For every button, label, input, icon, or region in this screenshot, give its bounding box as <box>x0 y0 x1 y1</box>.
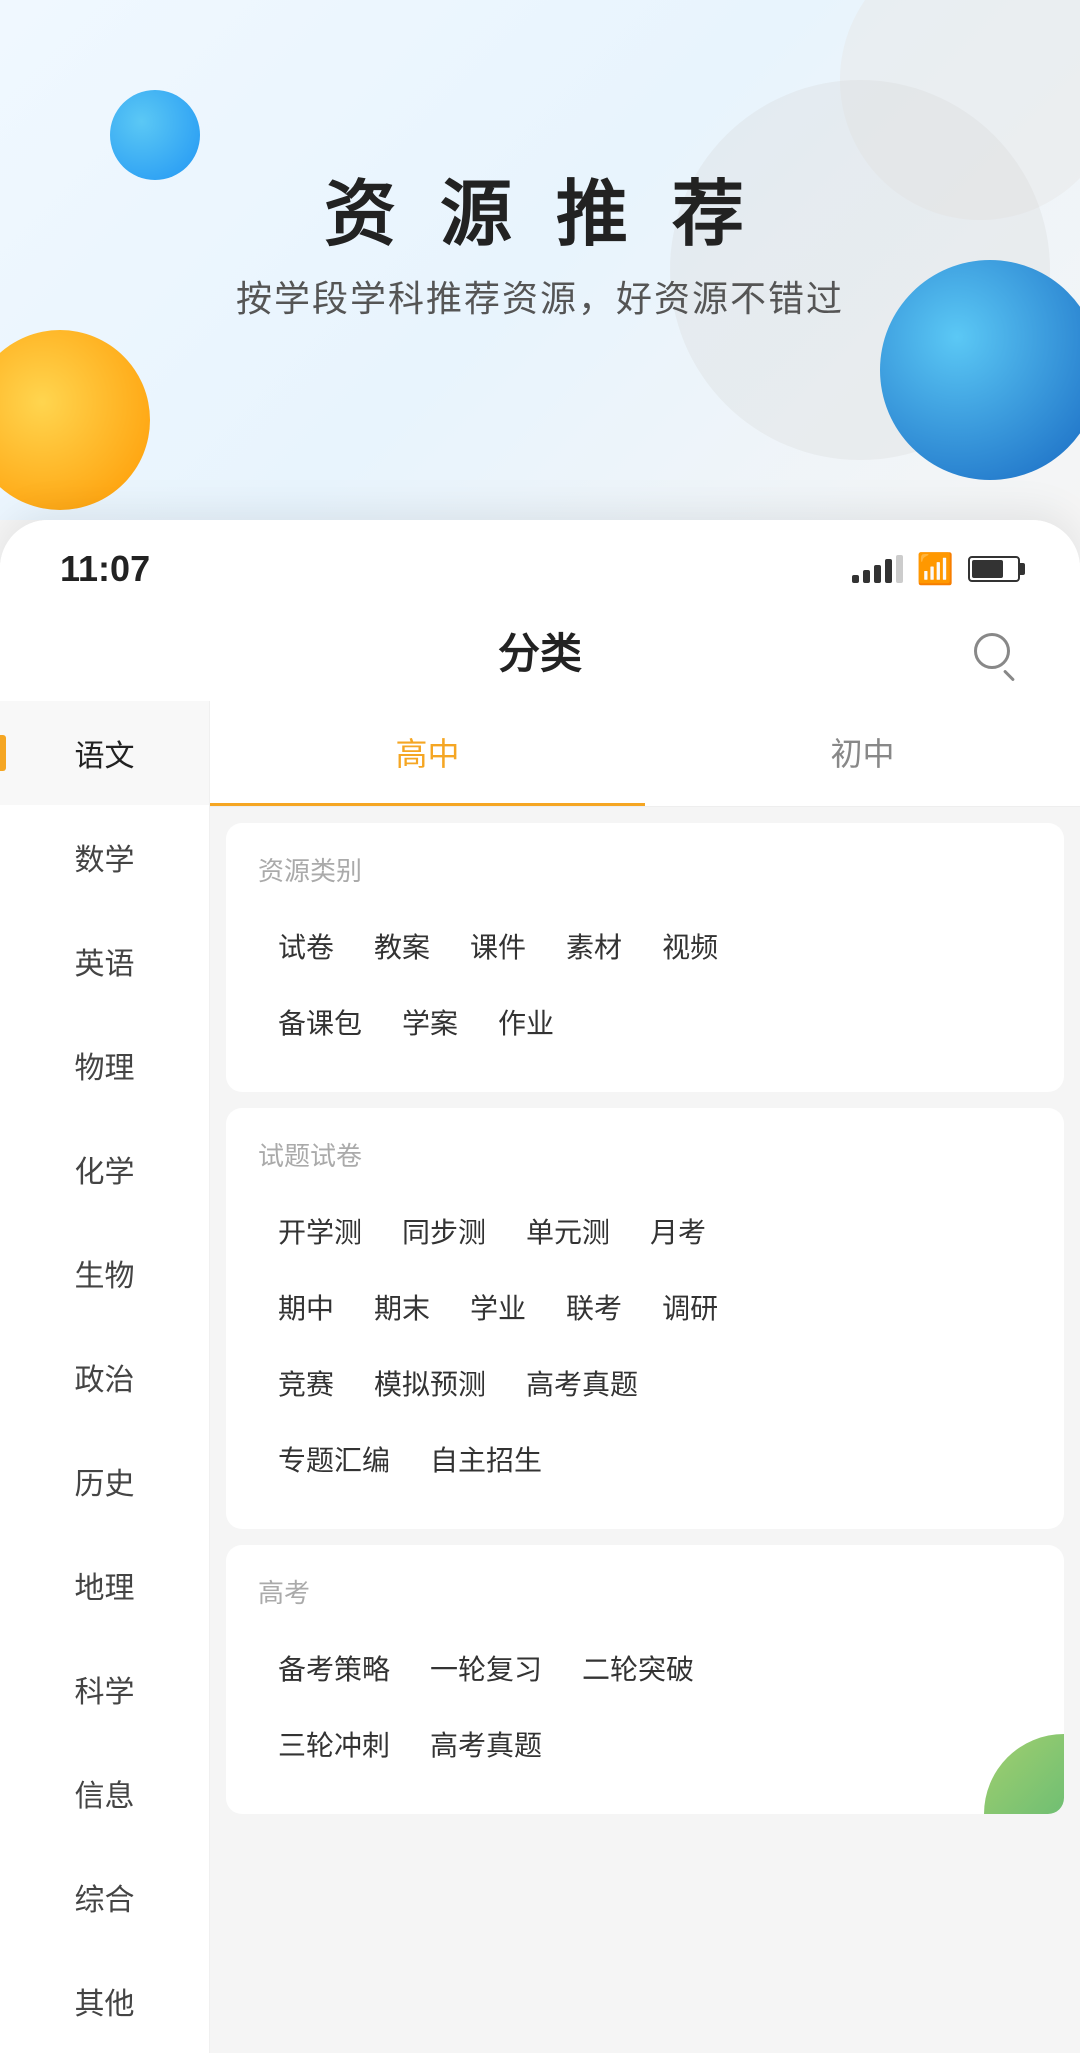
tag-row-6: 专题汇编 自主招生 <box>258 1425 1032 1493</box>
tag-yilunfuxi[interactable]: 一轮复习 <box>410 1634 562 1702</box>
tag-shijuan[interactable]: 试卷 <box>258 912 354 980</box>
tag-row-7: 备考策略 一轮复习 二轮突破 <box>258 1634 1032 1702</box>
tag-kejian[interactable]: 课件 <box>450 912 546 980</box>
tag-zizhuzhaosheng[interactable]: 自主招生 <box>410 1425 562 1493</box>
tag-beikebao[interactable]: 备课包 <box>258 988 382 1056</box>
tag-beikaocelue[interactable]: 备考策略 <box>258 1634 410 1702</box>
sidebar-item-xinxi[interactable]: 信息 <box>0 1741 209 1845</box>
tag-sucai[interactable]: 素材 <box>546 912 642 980</box>
sidebar-item-yingyu[interactable]: 英语 <box>0 909 209 1013</box>
tag-row-5: 竞赛 模拟预测 高考真题 <box>258 1349 1032 1417</box>
search-icon <box>974 633 1010 669</box>
status-time: 11:07 <box>60 548 150 590</box>
tag-zhuantihb[interactable]: 专题汇编 <box>258 1425 410 1493</box>
right-content: 高中 初中 资源类别 试卷 教案 课件 素材 视频 备课包 学案 作业 <box>210 701 1080 2053</box>
sidebar-item-zhengzhi[interactable]: 政治 <box>0 1325 209 1429</box>
sidebar-item-yuwen[interactable]: 语文 <box>0 701 209 805</box>
sidebar-item-shuxue[interactable]: 数学 <box>0 805 209 909</box>
card-title-resource: 资源类别 <box>258 851 1032 888</box>
tag-xueye[interactable]: 学业 <box>450 1273 546 1341</box>
sidebar: 语文 数学 英语 物理 化学 生物 政治 历史 地理 科学 信息 综合 其他 <box>0 701 210 2053</box>
sidebar-item-lishi[interactable]: 历史 <box>0 1429 209 1533</box>
tag-gaokaozhenti2[interactable]: 高考真题 <box>410 1710 562 1778</box>
tag-zuoye[interactable]: 作业 <box>478 988 574 1056</box>
sidebar-item-shengwu[interactable]: 生物 <box>0 1221 209 1325</box>
search-button[interactable] <box>964 623 1020 679</box>
status-icons: 📶 <box>852 552 1020 587</box>
tag-kaixuece[interactable]: 开学测 <box>258 1197 382 1265</box>
tag-erluntupuo[interactable]: 二轮突破 <box>562 1634 714 1702</box>
tag-liankao[interactable]: 联考 <box>546 1273 642 1341</box>
sidebar-item-kexue[interactable]: 科学 <box>0 1637 209 1741</box>
main-content: 语文 数学 英语 物理 化学 生物 政治 历史 地理 科学 信息 综合 其他 高… <box>0 701 1080 2053</box>
tag-qimo[interactable]: 期末 <box>354 1273 450 1341</box>
tag-row-2: 备课包 学案 作业 <box>258 988 1032 1056</box>
tag-yuekao[interactable]: 月考 <box>630 1197 726 1265</box>
card-gaokao: 高考 备考策略 一轮复习 二轮突破 三轮冲刺 高考真题 <box>226 1545 1064 1814</box>
phone-frame: 11:07 📶 分类 语文 数学 <box>0 520 1080 2053</box>
tag-row-1: 试卷 教案 课件 素材 视频 <box>258 912 1032 980</box>
tag-row-3: 开学测 同步测 单元测 月考 <box>258 1197 1032 1265</box>
sidebar-item-wuli[interactable]: 物理 <box>0 1013 209 1117</box>
app-header: 分类 <box>0 600 1080 701</box>
tag-moniyuce[interactable]: 模拟预测 <box>354 1349 506 1417</box>
tag-sanlunchongci[interactable]: 三轮冲刺 <box>258 1710 410 1778</box>
sidebar-item-huaxue[interactable]: 化学 <box>0 1117 209 1221</box>
tag-xuean[interactable]: 学案 <box>382 988 478 1056</box>
orange-dot <box>0 330 150 510</box>
tag-gaokaozhenti[interactable]: 高考真题 <box>506 1349 658 1417</box>
tag-row-4: 期中 期末 学业 联考 调研 <box>258 1273 1032 1341</box>
grade-tabs: 高中 初中 <box>210 701 1080 807</box>
card-exam-types: 试题试卷 开学测 同步测 单元测 月考 期中 期末 学业 联考 调研 竞赛 模拟… <box>226 1108 1064 1529</box>
sidebar-item-qita[interactable]: 其他 <box>0 1949 209 2053</box>
tag-row-8: 三轮冲刺 高考真题 <box>258 1710 1032 1778</box>
signal-icon <box>852 555 903 583</box>
status-bar: 11:07 📶 <box>0 520 1080 600</box>
tag-diaoyan[interactable]: 调研 <box>642 1273 738 1341</box>
tag-shipin[interactable]: 视频 <box>642 912 738 980</box>
card-title-gaokao: 高考 <box>258 1573 1032 1610</box>
tab-chuzhong[interactable]: 初中 <box>645 701 1080 806</box>
card-resource-types: 资源类别 试卷 教案 课件 素材 视频 备课包 学案 作业 <box>226 823 1064 1092</box>
tag-jiaoan[interactable]: 教案 <box>354 912 450 980</box>
promo-title: 资 源 推 荐 <box>0 155 1080 260</box>
tag-tongbuce[interactable]: 同步测 <box>382 1197 506 1265</box>
tag-danyuance[interactable]: 单元测 <box>506 1197 630 1265</box>
battery-icon <box>968 556 1020 582</box>
header-title: 分类 <box>498 620 582 681</box>
tag-jingsai[interactable]: 竞赛 <box>258 1349 354 1417</box>
wifi-icon: 📶 <box>917 552 954 587</box>
card-title-exam: 试题试卷 <box>258 1136 1032 1173</box>
promo-subtitle: 按学段学科推荐资源，好资源不错过 <box>0 270 1080 322</box>
sidebar-item-dili[interactable]: 地理 <box>0 1533 209 1637</box>
tag-qizhong[interactable]: 期中 <box>258 1273 354 1341</box>
sidebar-item-zonghe[interactable]: 综合 <box>0 1845 209 1949</box>
tab-gaodong[interactable]: 高中 <box>210 701 645 806</box>
promo-section: 资 源 推 荐 按学段学科推荐资源，好资源不错过 <box>0 0 1080 520</box>
